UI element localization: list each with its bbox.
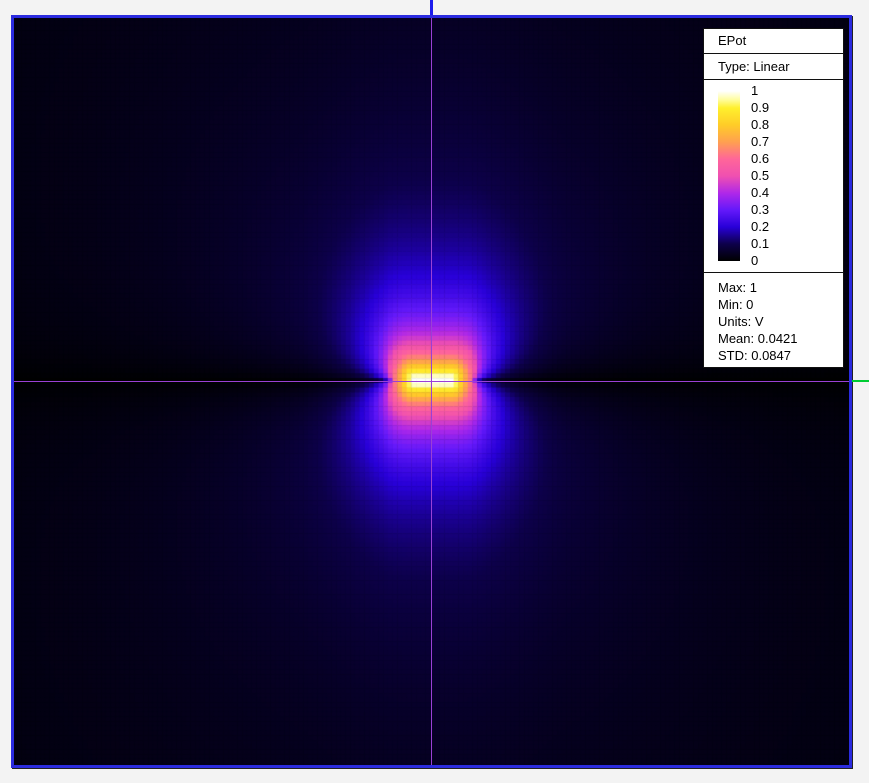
stat-line: STD: 0.0847 [718,348,791,363]
colorbar-tick-label: 0.2 [751,219,770,234]
crosshair-vertical-line[interactable] [431,18,432,765]
colorbar-section: 1 0.9 0.8 0.7 0.6 0.5 0.4 0.3 0.2 0.1 0 [704,80,843,273]
stat-line: Mean: 0.0421 [718,331,798,346]
colorbar-tick-label: 0.6 [751,151,770,166]
app-background: { "app": { "background": "#f3f3f3" }, "l… [0,0,869,783]
slice-indicator-right-tick[interactable] [852,380,869,382]
colorbar-tick-label: 0.9 [751,100,770,115]
crosshair-horizontal-line[interactable] [14,381,849,382]
stat-line: Max: 1 [718,280,758,295]
colorbar-tick-label: 0.4 [751,185,770,200]
colorbar-tick-label: 0.3 [751,202,770,217]
colorbar-tick-label: 0.8 [751,117,770,132]
colorbar-gradient [718,91,740,261]
stat-line: Units: V [718,314,764,329]
colorbar-tick-label: 0.5 [751,168,770,183]
colorbar-tick-label: 0.1 [751,236,770,251]
legend-title: EPot [704,29,843,54]
colorbar-tick-label: 0.7 [751,134,770,149]
colorbar-tick-label: 1 [751,83,759,98]
colorbar-tick-label: 0 [751,253,759,268]
legend-panel: EPot Type: Linear 1 0.9 0.8 0.7 0.6 0.5 0.4 0.3… [703,28,844,368]
legend-scale-type: Type: Linear [704,54,843,80]
slice-indicator-top-tick[interactable] [430,0,433,15]
legend-stats: Max: 1 Min: 0 Units: V Mean: 0.0421 STD: 0.0… [704,273,843,367]
stat-line: Min: 0 [718,297,754,312]
